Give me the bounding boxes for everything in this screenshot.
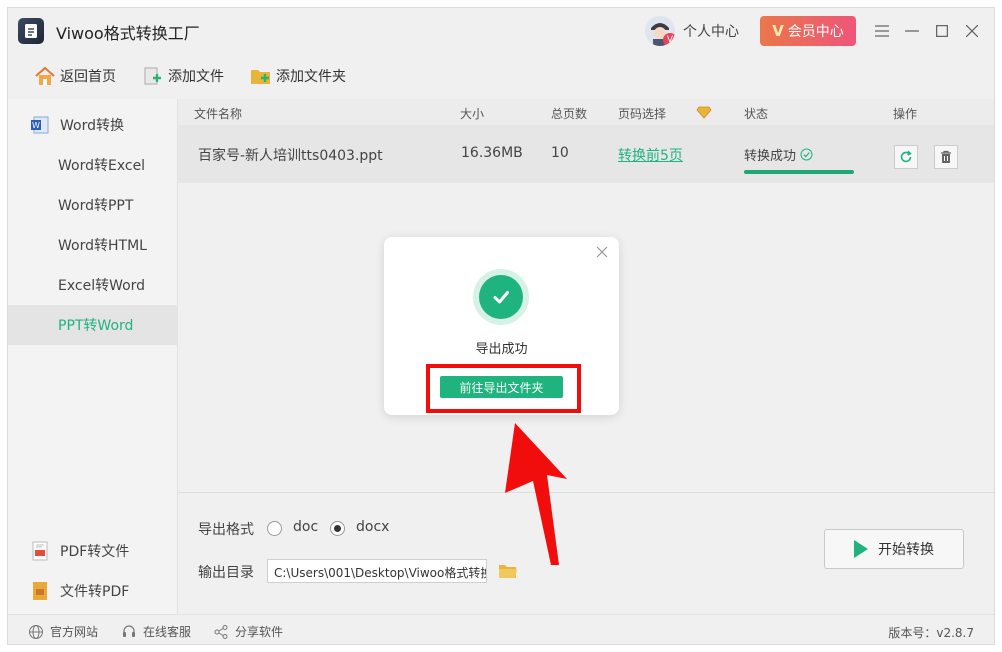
sidebar-item-excel-to-word[interactable]: Excel转Word — [8, 265, 178, 305]
export-success-dialog: 导出成功 前往导出文件夹 — [384, 237, 619, 415]
open-export-folder-button[interactable]: 前往导出文件夹 — [440, 376, 563, 398]
share-software-label: 分享软件 — [235, 625, 284, 639]
dialog-message: 导出成功 — [475, 342, 528, 357]
output-dir-label: 输出目录 — [198, 565, 254, 581]
start-convert-label: 开始转换 — [878, 542, 934, 558]
home-button[interactable]: 返回首页 — [34, 66, 116, 86]
globe-icon — [28, 624, 44, 640]
sidebar-item-ppt-to-word[interactable]: PPT转Word — [8, 305, 178, 345]
version-text: 版本号：v2.8.7 — [888, 626, 974, 640]
sidebar-item-label: PDF转文件 — [60, 544, 130, 560]
file-pages: 10 — [551, 145, 569, 161]
sidebar-item-label: 文件转PDF — [60, 584, 130, 600]
table-header: 文件名称 大小 总页数 页码选择 状态 操作 — [178, 99, 994, 125]
table-row[interactable]: 百家号-新人培训tts0403.ppt 16.36MB 10 转换前5页 转换成… — [178, 125, 994, 183]
format-radio-docx[interactable] — [330, 521, 345, 536]
add-folder-label: 添加文件夹 — [276, 69, 346, 85]
avatar: V — [645, 16, 675, 46]
add-file-label: 添加文件 — [168, 69, 224, 85]
word-icon: W — [30, 115, 50, 135]
success-check-icon — [479, 275, 523, 319]
annotation-arrow-icon — [505, 423, 567, 565]
sidebar-item-pdf-convert[interactable]: PDF转文件 — [8, 531, 178, 571]
delete-button[interactable] — [934, 145, 958, 169]
app-title: Viwoo格式转换工厂 — [56, 24, 200, 43]
app-logo-icon — [18, 18, 44, 44]
sidebar-item-word-convert[interactable]: W Word转换 — [8, 105, 178, 145]
sidebar-item-word-to-ppt[interactable]: Word转PPT — [8, 185, 178, 225]
col-header-page-select: 页码选择 — [618, 107, 667, 121]
official-website-label: 官方网站 — [50, 625, 99, 639]
footer: 官方网站 在线客服 分享软件 版本号：v2.8.7 — [8, 614, 994, 644]
minimize-icon[interactable] — [902, 21, 922, 41]
sidebar-item-label: Excel转Word — [58, 278, 146, 294]
home-icon — [34, 66, 56, 86]
start-convert-button[interactable]: 开始转换 — [824, 529, 964, 569]
share-icon — [213, 624, 229, 640]
vip-center-label: 会员中心 — [787, 24, 844, 40]
vip-badge-icon: V — [663, 33, 675, 46]
refresh-icon — [900, 150, 912, 163]
maximize-icon[interactable] — [932, 21, 952, 41]
svg-text:W: W — [32, 121, 40, 130]
col-header-actions: 操作 — [893, 107, 918, 121]
status-cell: 转换成功 — [744, 145, 856, 174]
add-file-icon — [142, 66, 164, 86]
col-header-status: 状态 — [744, 107, 769, 121]
check-circle-icon — [800, 148, 813, 161]
share-software-link[interactable]: 分享软件 — [213, 623, 283, 640]
add-folder-button[interactable]: 添加文件夹 — [250, 66, 346, 86]
user-center-label: 个人中心 — [683, 24, 739, 40]
status-progress-bar — [744, 170, 854, 174]
status-text: 转换成功 — [744, 149, 797, 164]
sidebar: W Word转换 Word转Excel Word转PPT Word转HTML E… — [8, 99, 178, 614]
headset-icon — [121, 624, 137, 640]
vip-icon: V — [772, 22, 784, 40]
export-settings: 导出格式 doc docx 输出目录 C:\Users\001\Desktop\… — [178, 492, 994, 614]
close-icon[interactable] — [962, 21, 982, 41]
sidebar-item-label: Word转换 — [60, 118, 124, 134]
vip-center-button[interactable]: V 会员中心 — [760, 16, 856, 46]
sidebar-item-label: Word转Excel — [58, 158, 146, 174]
add-folder-icon — [250, 66, 272, 86]
format-option-doc: doc — [293, 519, 319, 535]
file-to-pdf-icon — [30, 581, 50, 601]
add-file-button[interactable]: 添加文件 — [142, 66, 224, 86]
sidebar-item-word-to-html[interactable]: Word转HTML — [8, 225, 178, 265]
format-radio-doc[interactable] — [267, 521, 282, 536]
col-header-size: 大小 — [460, 107, 485, 121]
page-select-link[interactable]: 转换前5页 — [618, 145, 683, 165]
format-label: 导出格式 — [198, 522, 254, 538]
sidebar-item-label: Word转PPT — [58, 198, 134, 214]
user-center-button[interactable]: V 个人中心 — [645, 16, 739, 46]
format-option-docx: docx — [356, 519, 390, 535]
sidebar-item-file-to-pdf[interactable]: 文件转PDF — [8, 571, 178, 611]
menu-icon[interactable] — [872, 21, 892, 41]
dialog-close-icon[interactable] — [595, 245, 609, 259]
trash-icon — [941, 150, 951, 163]
title-bar: Viwoo格式转换工厂 V 个人中心 V 会员中心 — [8, 8, 994, 54]
diamond-icon — [696, 106, 712, 122]
file-name: 百家号-新人培训tts0403.ppt — [198, 148, 383, 164]
online-support-link[interactable]: 在线客服 — [121, 623, 191, 640]
pdf-icon — [30, 541, 50, 561]
toolbar: 返回首页 添加文件 添加文件夹 — [8, 56, 346, 96]
sidebar-item-word-to-excel[interactable]: Word转Excel — [8, 145, 178, 185]
output-dir-input[interactable]: C:\Users\001\Desktop\Viwoo格式转换工厂 — [267, 559, 487, 583]
sidebar-item-label: Word转HTML — [58, 238, 147, 254]
col-header-pages: 总页数 — [551, 107, 588, 121]
col-header-name: 文件名称 — [194, 107, 243, 121]
reconvert-button[interactable] — [894, 145, 918, 169]
play-icon — [854, 540, 868, 558]
file-size: 16.36MB — [461, 145, 523, 161]
official-website-link[interactable]: 官方网站 — [28, 623, 98, 640]
online-support-label: 在线客服 — [143, 625, 192, 639]
sidebar-item-label: PPT转Word — [58, 318, 134, 334]
home-label: 返回首页 — [60, 69, 116, 85]
